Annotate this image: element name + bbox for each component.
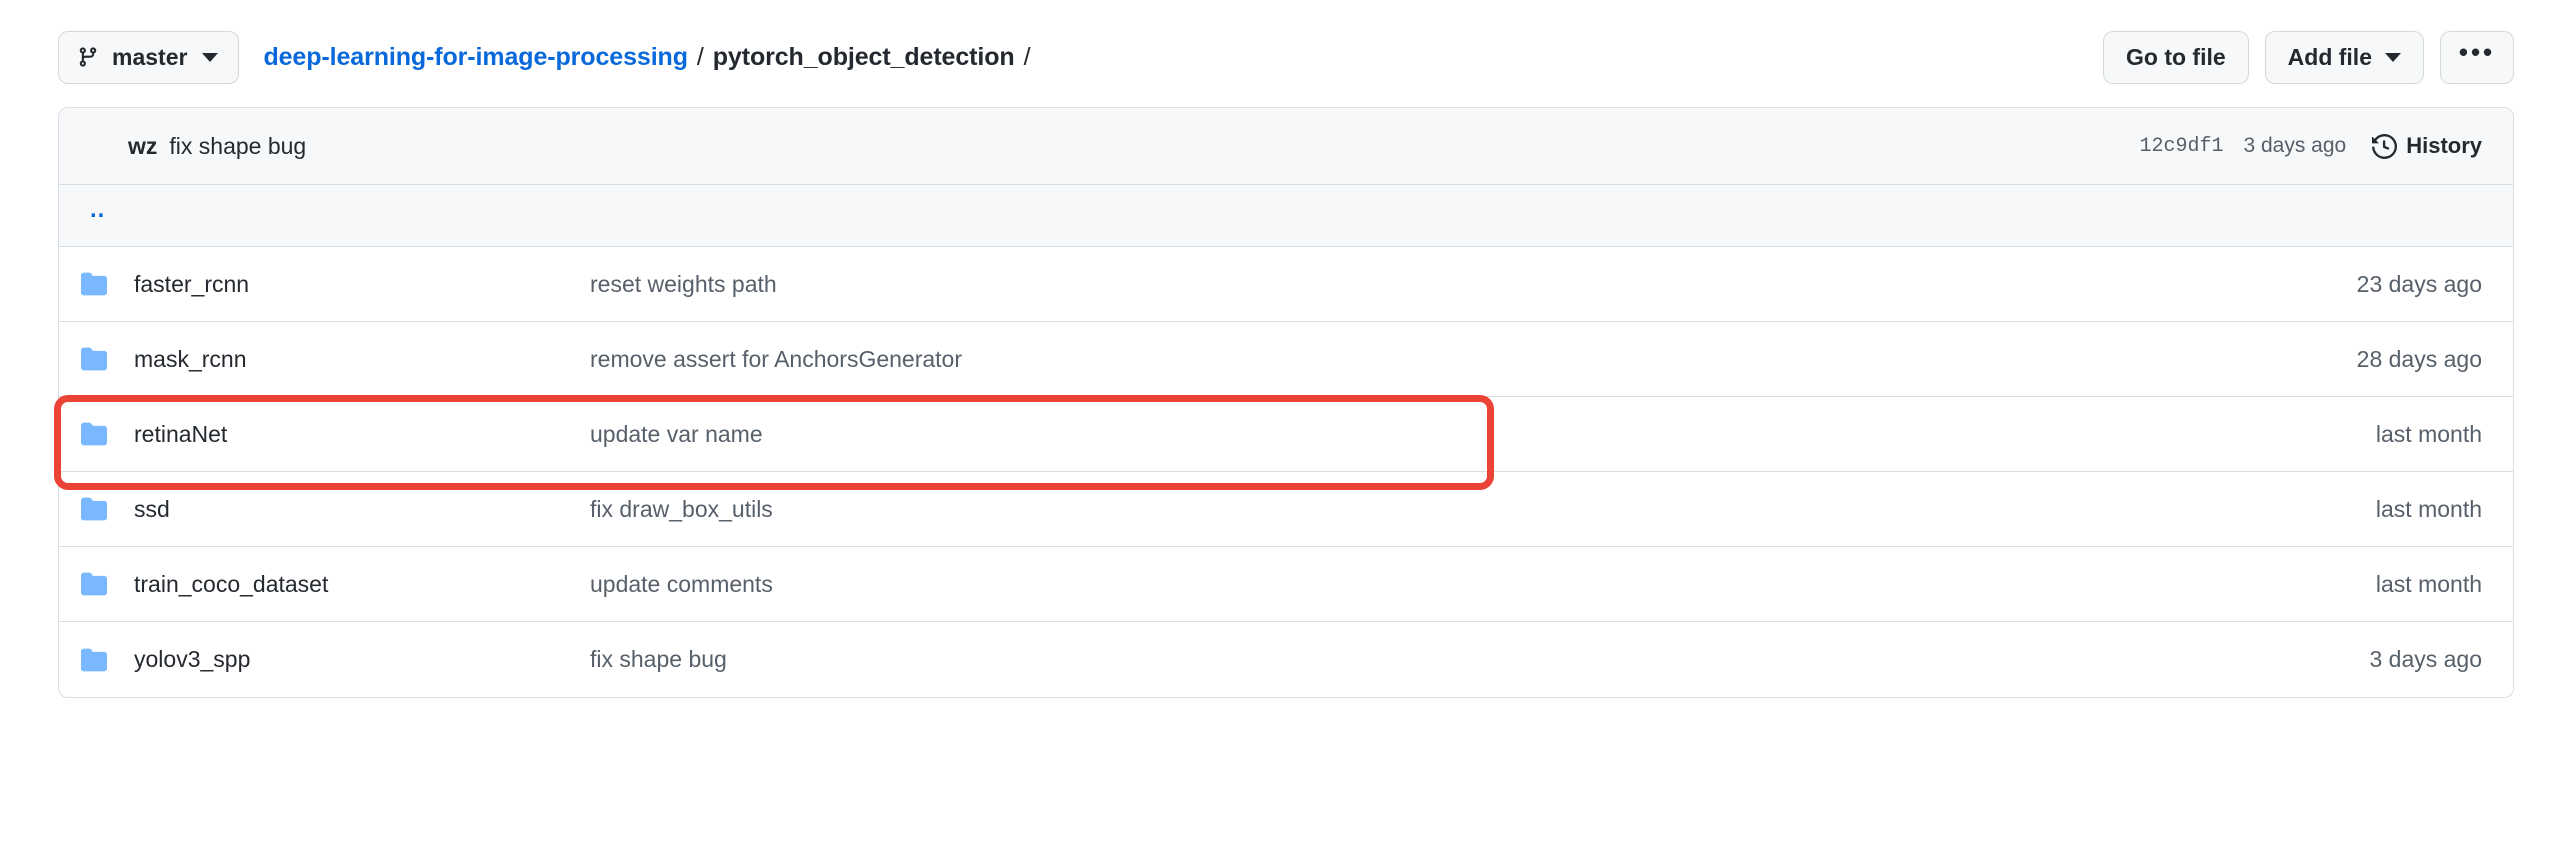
breadcrumb-separator: / [696,42,704,71]
history-clock-icon [2372,133,2398,159]
add-file-label: Add file [2287,43,2372,70]
table-row[interactable]: train_coco_dataset update comments last … [59,547,2513,622]
latest-commit-info: wz fix shape bug [128,133,306,160]
file-name-cell: retinaNet [123,421,583,448]
branch-name-label: master [112,43,188,70]
file-name-cell: mask_rcnn [123,346,583,373]
folder-icon [59,346,123,372]
folder-icon [59,496,123,522]
file-name-link[interactable]: train_coco_dataset [134,571,328,597]
file-name-cell: ssd [123,496,583,523]
file-name-link[interactable]: ssd [134,496,170,522]
file-commit-message-cell: remove assert for AnchorsGenerator [583,346,2183,373]
parent-directory-row[interactable]: .. [59,185,2513,247]
file-commit-message-cell: fix shape bug [583,646,2183,673]
chevron-down-icon [2385,52,2401,62]
file-name-cell: train_coco_dataset [123,571,583,598]
file-time-cell: last month [2375,420,2482,447]
commit-author[interactable]: wz [128,133,157,160]
file-commit-message-link[interactable]: remove assert for AnchorsGenerator [590,346,962,372]
file-name-link[interactable]: retinaNet [134,421,227,447]
table-row[interactable]: ssd fix draw_box_utils last month [59,472,2513,547]
parent-directory-link[interactable]: .. [90,197,105,222]
history-link[interactable]: History [2372,133,2482,159]
commit-sha[interactable]: 12c9df1 [2139,135,2223,158]
file-commit-message-link[interactable]: update var name [590,421,763,447]
file-name-cell: yolov3_spp [123,646,583,673]
latest-commit-meta: 12c9df1 3 days ago History [2139,133,2482,159]
breadcrumb-current-folder: pytorch_object_detection [712,42,1015,71]
toolbar-actions: Go to file Add file ••• [2102,30,2514,84]
file-commit-message-cell: reset weights path [583,271,2183,298]
add-file-button[interactable]: Add file [2264,30,2424,84]
latest-commit-bar: wz fix shape bug 12c9df1 3 days ago Hist… [59,108,2513,185]
commit-message[interactable]: fix shape bug [169,133,306,160]
file-name-cell: faster_rcnn [123,271,583,298]
go-to-file-button[interactable]: Go to file [2102,30,2249,84]
folder-icon [59,647,123,673]
table-row[interactable]: yolov3_spp fix shape bug 3 days ago [59,622,2513,697]
file-name-link[interactable]: yolov3_spp [134,646,250,672]
file-commit-message-cell: update var name [583,421,2183,448]
file-time-cell: 23 days ago [2356,270,2482,297]
file-commit-message-link[interactable]: fix shape bug [590,646,727,672]
chevron-down-icon [202,52,219,62]
table-row[interactable]: faster_rcnn reset weights path 23 days a… [59,247,2513,322]
git-branch-icon [77,45,99,69]
table-row[interactable]: mask_rcnn remove assert for AnchorsGener… [59,322,2513,397]
folder-icon [59,571,123,597]
file-time-cell: last month [2375,495,2482,522]
repo-file-browser: master deep-learning-for-image-processin… [0,0,2572,848]
file-commit-message-cell: fix draw_box_utils [583,496,2183,523]
table-row[interactable]: retinaNet update var name last month [59,397,2513,472]
repo-toolbar: master deep-learning-for-image-processin… [58,0,2514,96]
folder-icon [59,421,123,447]
file-name-link[interactable]: mask_rcnn [134,346,246,372]
breadcrumb: deep-learning-for-image-processing / pyt… [263,43,1039,72]
file-commit-message-link[interactable]: reset weights path [590,271,777,297]
breadcrumb-trailing-separator: / [1023,42,1031,71]
breadcrumb-repo-link[interactable]: deep-learning-for-image-processing [263,43,688,72]
branch-selector-button[interactable]: master [58,30,240,84]
folder-icon [59,271,123,297]
file-time-cell: last month [2375,570,2482,597]
more-options-button[interactable]: ••• [2440,30,2514,84]
file-time-cell: 3 days ago [2369,646,2482,672]
history-label: History [2406,133,2482,158]
commit-relative-time: 3 days ago [2243,134,2347,157]
file-table: wz fix shape bug 12c9df1 3 days ago Hist… [58,107,2514,698]
file-commit-message-link[interactable]: update comments [590,571,773,597]
file-commit-message-link[interactable]: fix draw_box_utils [590,496,773,522]
file-time-cell: 28 days ago [2356,345,2482,372]
file-name-link[interactable]: faster_rcnn [134,271,249,297]
file-commit-message-cell: update comments [583,571,2183,598]
